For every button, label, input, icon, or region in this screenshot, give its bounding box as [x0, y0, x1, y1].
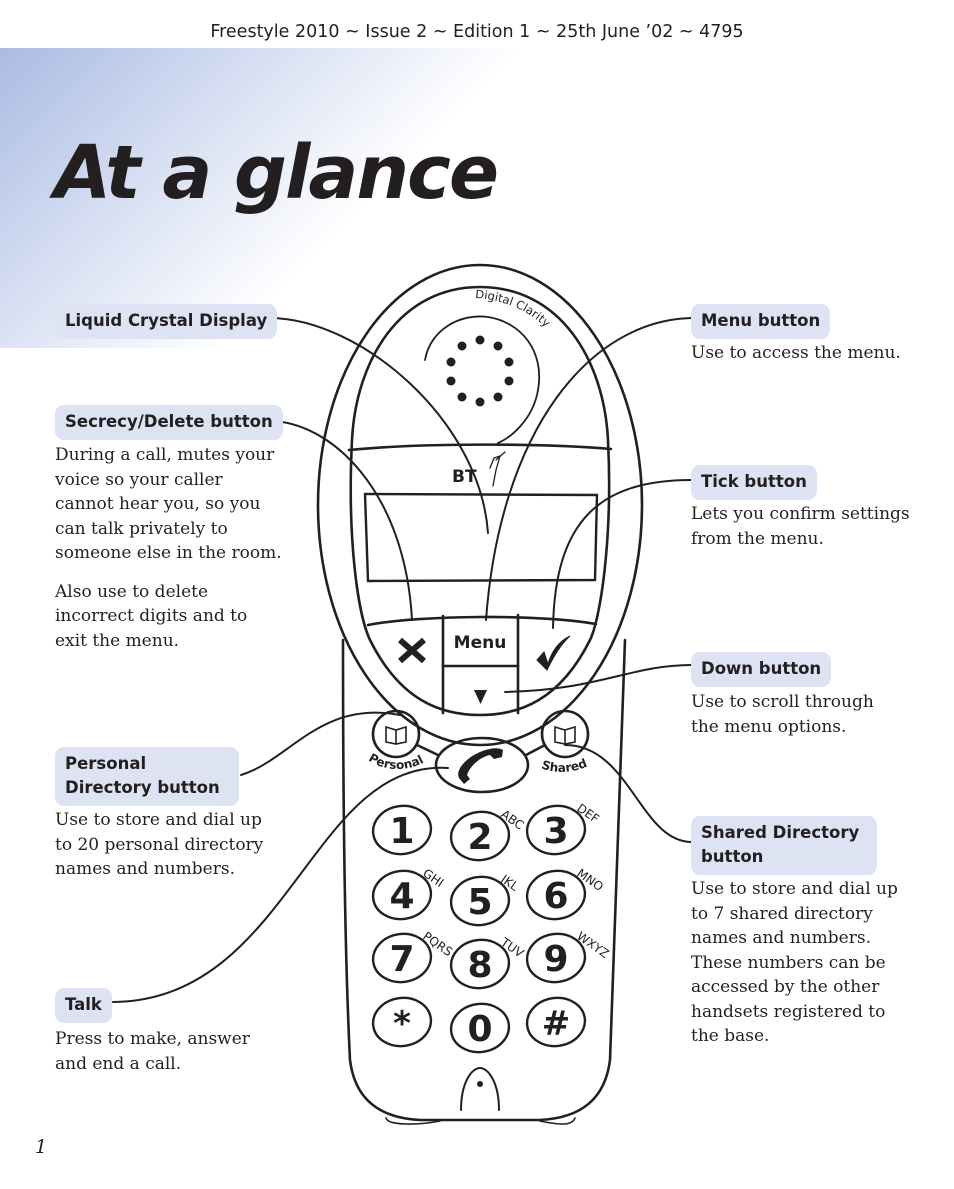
bt-piper-icon — [489, 451, 506, 487]
cross-icon — [398, 637, 426, 664]
callout-menu-label: Menu button — [691, 304, 831, 339]
callout-talk-label: Talk — [55, 988, 112, 1023]
secrecy-paragraph-2: Also use to delete incorrect digits and … — [55, 581, 248, 651]
keypad-key-5: 5 JKL — [449, 871, 521, 927]
callout-secrecy-label: Secrecy/Delete button — [55, 405, 283, 440]
key-letters: DEF — [574, 801, 602, 826]
microphone-hole — [477, 1081, 483, 1087]
keypad-key-8: 8 TUV — [449, 934, 527, 990]
key-digit: 5 — [467, 882, 492, 923]
callout-lcd-label: Liquid Crystal Display — [55, 304, 278, 339]
menu-key-label: Menu — [454, 633, 507, 653]
key-digit: 7 — [389, 939, 414, 980]
keypad: 1 2 ABC 3 DEF4 GHI5 JKL 6 MNO7 PQRS8 TUV 9 WXYZ* 0 # — [371, 801, 612, 1054]
keypad-key-7: 7 PQRS — [371, 929, 455, 984]
key-letters: MNO — [574, 866, 606, 894]
secrecy-paragraph-1: During a call, mutes your voice so your … — [55, 445, 282, 563]
down-arrow-icon — [474, 690, 487, 704]
callout-personal-description: Use to store and dial up to 20 personal … — [55, 810, 264, 879]
keypad-key-2: 2 ABC — [449, 807, 526, 862]
tick-icon — [536, 635, 571, 671]
key-digit: * — [393, 1004, 411, 1044]
brand-text: Digital Clarity — [475, 287, 554, 330]
key-digit: 2 — [467, 817, 492, 858]
key-digit: 9 — [543, 939, 568, 980]
callout-tick-label: Tick button — [691, 465, 817, 500]
callout-talk-description: Press to make, answer and end a call. — [55, 1029, 250, 1074]
key-digit: 0 — [467, 1009, 492, 1050]
page-number: 1 — [35, 1136, 48, 1158]
book-icon — [554, 725, 576, 745]
keypad-key-6: 6 MNO — [525, 866, 606, 921]
talk-connector-left — [415, 743, 440, 757]
key-letters: JKL — [497, 871, 521, 894]
leader-lcd — [268, 317, 489, 534]
callout-down-label: Down button — [691, 652, 832, 687]
callout-down-description: Use to scroll through the menu options. — [691, 692, 874, 737]
callout-personal-label: Personal Directory button — [55, 747, 239, 806]
keypad-key-star: * — [371, 996, 433, 1048]
key-digit: 4 — [389, 876, 414, 917]
keypad-key-9: 9 WXYZ — [525, 929, 612, 984]
key-digit: 1 — [389, 811, 414, 852]
key-letters: ABC — [498, 807, 526, 833]
personal-label: Personal — [366, 751, 425, 773]
leader-tick — [552, 479, 693, 629]
softkey-top-line — [366, 615, 598, 627]
bt-logo: BT — [452, 467, 477, 487]
earpiece-arc — [424, 315, 541, 444]
talk-connector-right — [524, 743, 547, 757]
leader-secrecy — [268, 420, 413, 621]
callout-menu-description: Use to access the menu. — [691, 343, 901, 363]
handset-icon — [458, 748, 503, 784]
callout-shared-description: Use to store and dial up to 7 shared dir… — [691, 879, 898, 1046]
key-letters: PQRS — [420, 929, 455, 959]
keypad-key-hash: # — [525, 996, 587, 1048]
lcd-screen — [363, 492, 599, 583]
display-band-top — [347, 443, 613, 452]
callout-shared-label: Shared Directory button — [691, 816, 877, 875]
book-icon — [385, 725, 407, 745]
keypad-key-4: 4 GHI — [371, 866, 446, 921]
speaker-grille — [446, 335, 514, 407]
callout-secrecy-description: During a call, mutes your voice so your … — [55, 443, 285, 667]
shared-label: Shared — [540, 756, 589, 775]
key-letters: GHI — [420, 866, 446, 890]
keypad-key-1: 1 — [371, 804, 433, 856]
key-digit: 8 — [467, 945, 492, 986]
key-digit: # — [542, 1004, 571, 1044]
microphone — [460, 1066, 500, 1111]
key-letters: TUV — [497, 934, 526, 960]
key-digit: 6 — [543, 876, 568, 917]
key-digit: 3 — [543, 811, 568, 852]
keypad-key-0: 0 — [449, 1002, 511, 1054]
keypad-key-3: 3 DEF — [525, 801, 602, 856]
callout-tick-description: Lets you confirm settings from the menu. — [691, 504, 910, 549]
